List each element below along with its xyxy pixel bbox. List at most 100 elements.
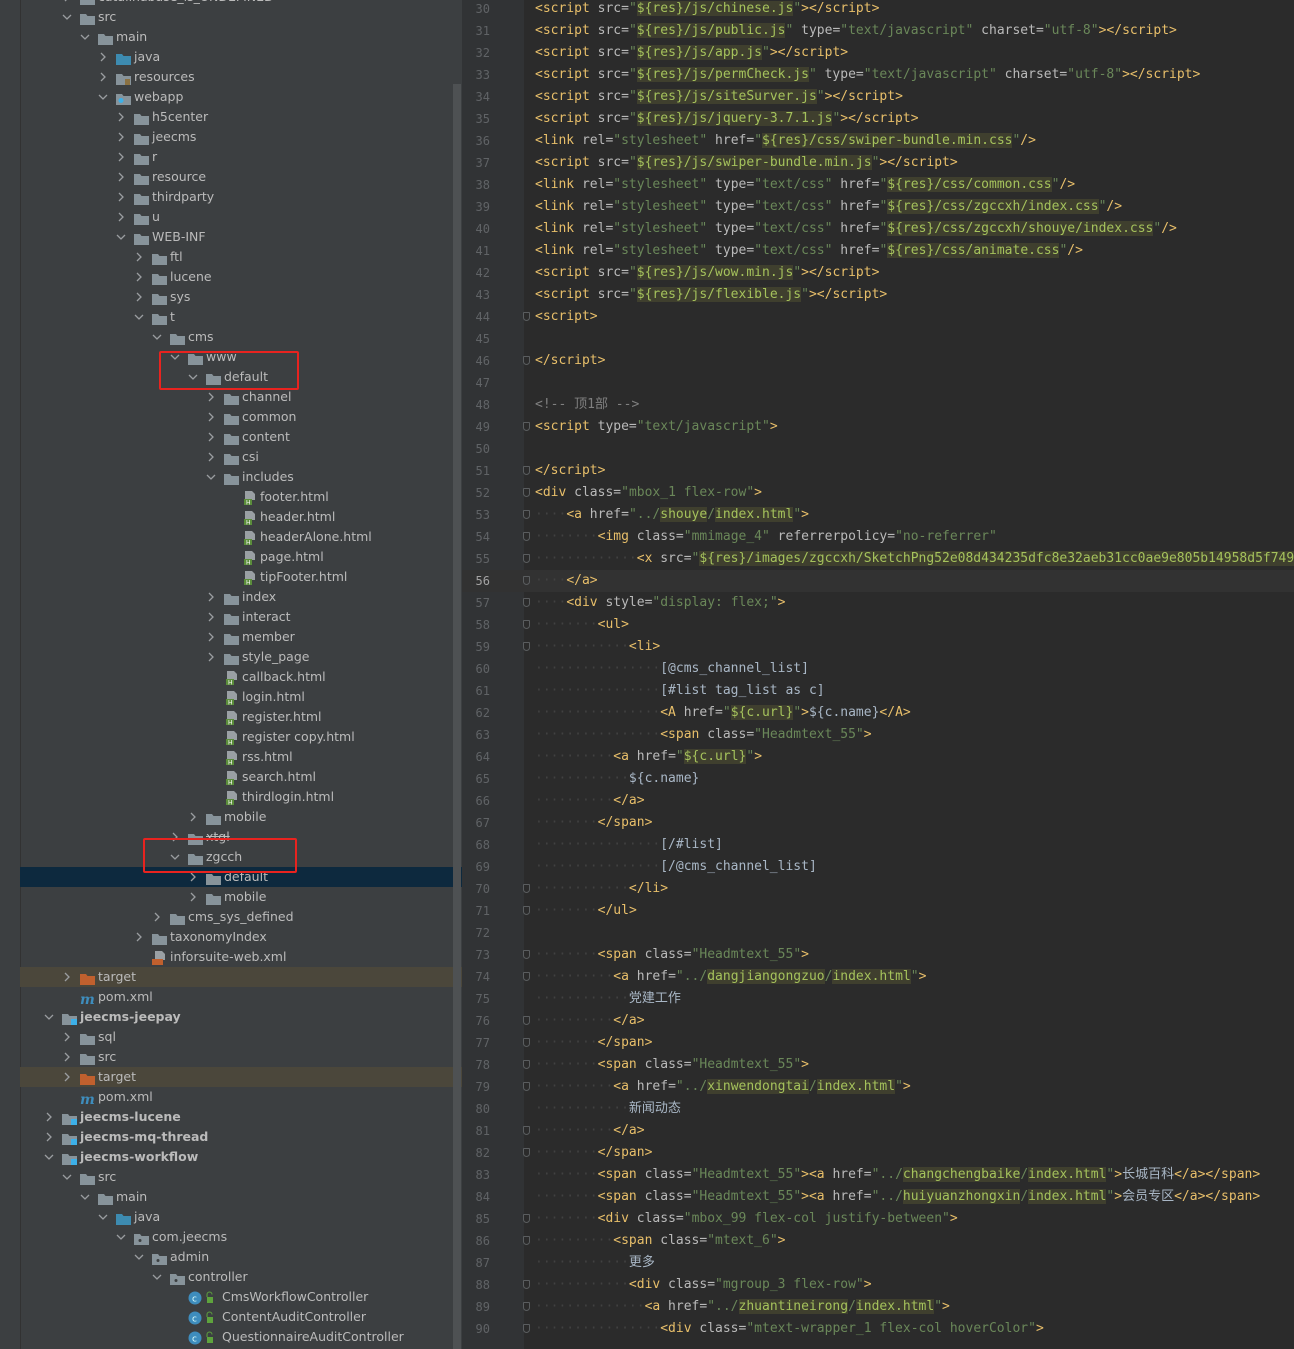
chevron-right-icon[interactable]	[187, 807, 199, 827]
tree-item-h5center[interactable]: h5center	[20, 107, 462, 127]
tree-item-headeralone-html[interactable]: HheaderAlone.html	[20, 527, 462, 547]
code-line[interactable]: 53 ····<a href="../shouye/index.html">	[462, 504, 1294, 526]
chevron-right-icon[interactable]	[133, 267, 145, 287]
tree-item-catalinabase-is-undefined[interactable]: catalinabase_is_UNDEFINED	[20, 0, 462, 7]
code-line[interactable]: 73 ········<span class="Headmtext_55">	[462, 944, 1294, 966]
tree-item-cmsworkflowcontroller[interactable]: c CmsWorkflowController	[20, 1287, 462, 1307]
code-line[interactable]: 55 ·············<x src="${res}/images/zgc…	[462, 548, 1294, 570]
tree-item-register-copy-html[interactable]: Hregister copy.html	[20, 727, 462, 747]
tree-item-register-html[interactable]: Hregister.html	[20, 707, 462, 727]
tree-item-channel[interactable]: channel	[20, 387, 462, 407]
tree-item-csi[interactable]: csi	[20, 447, 462, 467]
code-line[interactable]: 69 ················[/@cms_channel_list]	[462, 856, 1294, 878]
chevron-down-icon[interactable]	[61, 7, 73, 27]
tree-item-jeecms-lucene[interactable]: jeecms-lucene	[20, 1107, 462, 1127]
tree-item-web-inf[interactable]: WEB-INF	[20, 227, 462, 247]
fold-marker-icon[interactable]	[523, 642, 530, 651]
code-line[interactable]: 76 ··········</a>	[462, 1010, 1294, 1032]
chevron-down-icon[interactable]	[97, 1207, 109, 1227]
chevron-down-icon[interactable]	[43, 1147, 55, 1167]
chevron-down-icon[interactable]	[115, 1227, 127, 1247]
code-line[interactable]: 34 <script src="${res}/js/siteSurver.js">…	[462, 86, 1294, 108]
code-line[interactable]: 62 ················<A href="${c.url}">${c…	[462, 702, 1294, 724]
code-line[interactable]: 72	[462, 922, 1294, 944]
chevron-right-icon[interactable]	[115, 167, 127, 187]
fold-marker-icon[interactable]	[523, 510, 530, 519]
code-line[interactable]: 65 ············${c.name}	[462, 768, 1294, 790]
tree-item-admin[interactable]: admin	[20, 1247, 462, 1267]
code-line[interactable]: 41 <link rel="stylesheet" type="text/css"…	[462, 240, 1294, 262]
tree-item-index[interactable]: index	[20, 587, 462, 607]
tree-item-contentauditcontroller[interactable]: c ContentAuditController	[20, 1307, 462, 1327]
tree-item-main[interactable]: main	[20, 1187, 462, 1207]
tree-item-member[interactable]: member	[20, 627, 462, 647]
fold-marker-icon[interactable]	[523, 1324, 530, 1333]
chevron-right-icon[interactable]	[205, 447, 217, 467]
tree-item-t[interactable]: t	[20, 307, 462, 327]
fold-marker-icon[interactable]	[523, 1148, 530, 1157]
chevron-right-icon[interactable]	[205, 607, 217, 627]
fold-marker-icon[interactable]	[523, 356, 530, 365]
code-line[interactable]: 74 ··········<a href="../dangjiangongzuo/…	[462, 966, 1294, 988]
tree-item-jeecms-mq-thread[interactable]: jeecms-mq-thread	[20, 1127, 462, 1147]
chevron-right-icon[interactable]	[115, 107, 127, 127]
code-line[interactable]: 89 ··············<a href="../zhuantineiro…	[462, 1296, 1294, 1318]
code-line[interactable]: 83 ········<span class="Headmtext_55"><a …	[462, 1164, 1294, 1186]
chevron-right-icon[interactable]	[151, 907, 163, 927]
tree-item-includes[interactable]: includes	[20, 467, 462, 487]
code-line[interactable]: 85 ········<div class="mbox_99 flex-col j…	[462, 1208, 1294, 1230]
tree-item-page-html[interactable]: Hpage.html	[20, 547, 462, 567]
chevron-right-icon[interactable]	[61, 1067, 73, 1087]
chevron-right-icon[interactable]	[43, 1127, 55, 1147]
fold-marker-icon[interactable]	[523, 422, 530, 431]
code-line[interactable]: 37 <script src="${res}/js/swiper-bundle.m…	[462, 152, 1294, 174]
code-line[interactable]: 35 <script src="${res}/js/jquery-3.7.1.js…	[462, 108, 1294, 130]
fold-marker-icon[interactable]	[523, 1280, 530, 1289]
tree-item-questionnaireauditcontroller[interactable]: c QuestionnaireAuditController	[20, 1327, 462, 1347]
tree-item-sql[interactable]: sql	[20, 1027, 462, 1047]
tree-item-jeecms[interactable]: jeecms	[20, 127, 462, 147]
code-line[interactable]: 38 <link rel="stylesheet" type="text/css"…	[462, 174, 1294, 196]
chevron-down-icon[interactable]	[79, 1187, 91, 1207]
fold-marker-icon[interactable]	[523, 1126, 530, 1135]
fold-marker-icon[interactable]	[523, 1060, 530, 1069]
chevron-down-icon[interactable]	[43, 1007, 55, 1027]
chevron-right-icon[interactable]	[61, 0, 73, 7]
chevron-down-icon[interactable]	[133, 1247, 145, 1267]
code-line[interactable]: 40 <link rel="stylesheet" type="text/css"…	[462, 218, 1294, 240]
chevron-right-icon[interactable]	[133, 927, 145, 947]
chevron-right-icon[interactable]	[205, 407, 217, 427]
fold-marker-icon[interactable]	[523, 950, 530, 959]
tree-scrollbar[interactable]	[453, 84, 461, 1349]
code-line[interactable]: 33 <script src="${res}/js/permCheck.js" t…	[462, 64, 1294, 86]
tree-item-java[interactable]: java	[20, 47, 462, 67]
tree-item-u[interactable]: u	[20, 207, 462, 227]
chevron-down-icon[interactable]	[205, 467, 217, 487]
fold-marker-icon[interactable]	[523, 1016, 530, 1025]
chevron-right-icon[interactable]	[43, 1107, 55, 1127]
code-line[interactable]: 58 ········<ul>	[462, 614, 1294, 636]
fold-marker-icon[interactable]	[523, 1302, 530, 1311]
chevron-right-icon[interactable]	[205, 647, 217, 667]
tree-item-target[interactable]: target	[20, 1067, 462, 1087]
chevron-right-icon[interactable]	[61, 967, 73, 987]
code-line[interactable]: 87 ············更多	[462, 1252, 1294, 1274]
code-line[interactable]: 30 <script src="${res}/js/chinese.js"></s…	[462, 0, 1294, 20]
code-line[interactable]: 80 ············新闻动态	[462, 1098, 1294, 1120]
code-line[interactable]: 84 ········<span class="Headmtext_55"><a …	[462, 1186, 1294, 1208]
fold-marker-icon[interactable]	[523, 906, 530, 915]
code-line[interactable]: 66 ··········</a>	[462, 790, 1294, 812]
tree-item-cms[interactable]: cms	[20, 327, 462, 347]
chevron-down-icon[interactable]	[151, 327, 163, 347]
code-line[interactable]: 75 ············党建工作	[462, 988, 1294, 1010]
tree-item-inforsuite-web-xml[interactable]: inforsuite-web.xml	[20, 947, 462, 967]
code-line[interactable]: 70 ············</li>	[462, 878, 1294, 900]
tree-item-header-html[interactable]: Hheader.html	[20, 507, 462, 527]
chevron-down-icon[interactable]	[97, 87, 109, 107]
fold-marker-icon[interactable]	[523, 1214, 530, 1223]
tree-item-mobile[interactable]: mobile	[20, 807, 462, 827]
code-line[interactable]: 61 ················[#list tag_list as c]	[462, 680, 1294, 702]
code-line[interactable]: 90 ················<div class="mtext-wrap…	[462, 1318, 1294, 1340]
code-line[interactable]: 42 <script src="${res}/js/wow.min.js"></s…	[462, 262, 1294, 284]
tree-item-cms-sys-defined[interactable]: cms_sys_defined	[20, 907, 462, 927]
